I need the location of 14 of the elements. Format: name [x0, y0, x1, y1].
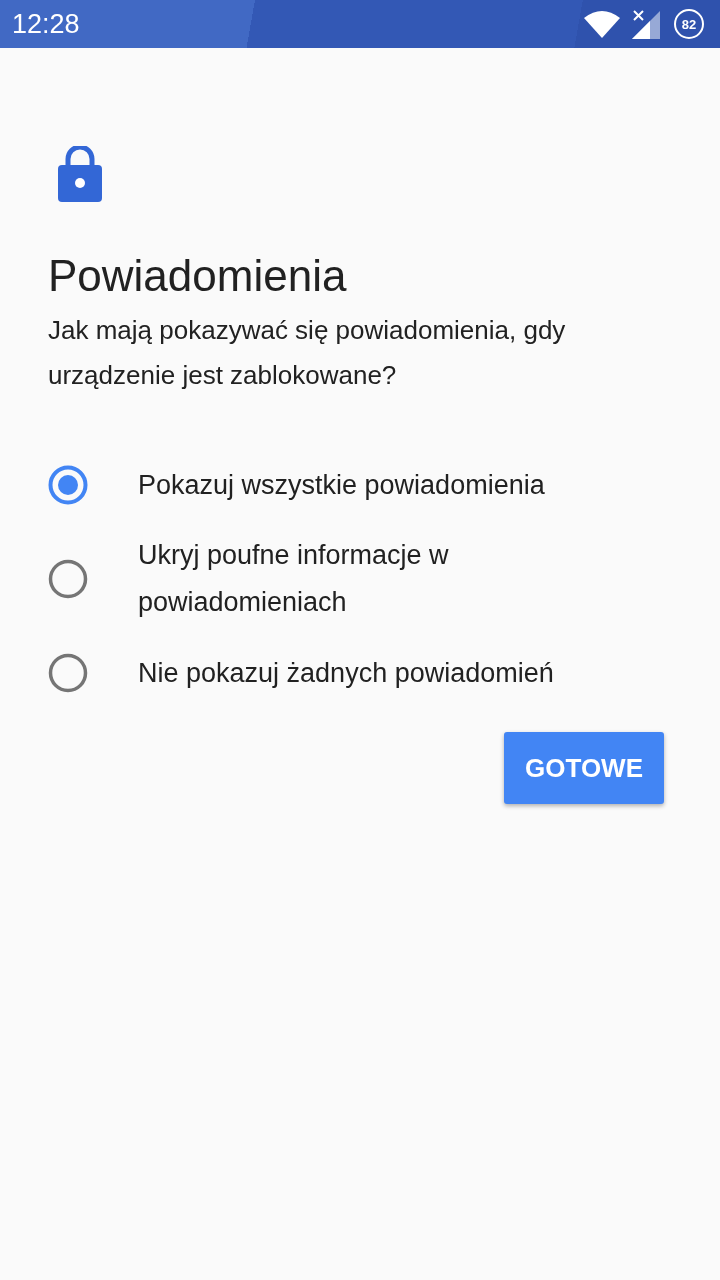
- done-button[interactable]: GOTOWE: [504, 732, 664, 804]
- radio-button[interactable]: [48, 559, 88, 599]
- question-text: Jak mają pokazywać się powiadomienia, gdy urządzenie jest zablokowane?: [48, 314, 567, 392]
- battery-indicator: 82: [674, 9, 704, 39]
- page-title: Powiadomienia: [48, 250, 348, 302]
- clock: 12:28: [12, 8, 81, 40]
- option-label[interactable]: Pokazuj wszystkie powiadomienia: [138, 461, 545, 509]
- wifi-icon: [584, 10, 620, 38]
- signal-icon: [632, 9, 662, 39]
- lock-icon: [58, 146, 102, 202]
- radio-button[interactable]: [48, 653, 88, 693]
- option-label[interactable]: Ukryj poufne informacje w powiadomieniach: [138, 532, 608, 626]
- option-label[interactable]: Nie pokazuj żadnych powiadomień: [138, 649, 554, 697]
- radio-button[interactable]: [48, 465, 88, 505]
